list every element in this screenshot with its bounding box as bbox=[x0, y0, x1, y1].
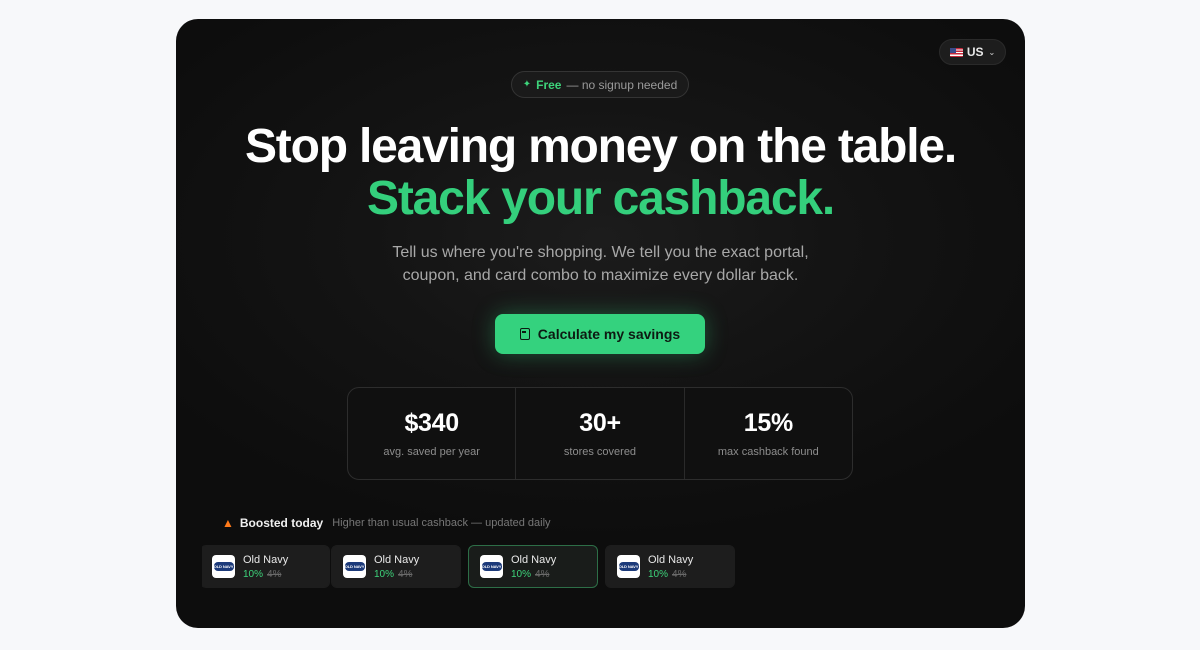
country-code: US bbox=[966, 45, 984, 59]
deal-store-name: Old Navy bbox=[511, 553, 557, 566]
old-navy-logo: OLD NAVY bbox=[343, 555, 366, 578]
logo-text: OLD NAVY bbox=[618, 562, 639, 571]
old-navy-logo: OLD NAVY bbox=[212, 555, 235, 578]
deal-store-name: Old Navy bbox=[648, 553, 694, 566]
stat-label: max cashback found bbox=[717, 446, 819, 458]
deal-card[interactable]: OLD NAVY Old Navy 10% 4% bbox=[331, 545, 461, 588]
deal-old-rate: 4% bbox=[398, 568, 413, 580]
calculate-savings-button[interactable]: Calculate my savings bbox=[495, 314, 705, 354]
boosted-note: Higher than usual cashback — updated dai… bbox=[332, 517, 551, 529]
deal-card-highlighted[interactable]: OLD NAVY Old Navy 10% 4% bbox=[468, 545, 598, 588]
fire-icon: ▲ bbox=[222, 516, 234, 530]
deal-old-rate: 4% bbox=[672, 568, 687, 580]
stat-avg-saved: $340 avg. saved per year bbox=[348, 388, 517, 479]
deal-new-rate: 10% bbox=[648, 568, 669, 580]
logo-text: OLD NAVY bbox=[213, 562, 234, 571]
sparkle-icon: ✦ bbox=[522, 79, 532, 90]
deal-old-rate: 4% bbox=[267, 568, 282, 580]
deal-store-name: Old Navy bbox=[374, 553, 420, 566]
logo-text: OLD NAVY bbox=[481, 562, 502, 571]
deal-card[interactable]: OLD NAVY Old Navy 10% 4% bbox=[202, 545, 330, 588]
boosted-title: Boosted today bbox=[239, 516, 324, 530]
stat-value: 30+ bbox=[579, 409, 621, 437]
logo-text: OLD NAVY bbox=[344, 562, 365, 571]
hero-headline-accent: Stack your cashback. bbox=[367, 172, 835, 225]
free-label: Free bbox=[536, 77, 562, 92]
boosted-header: ▲ Boosted today Higher than usual cashba… bbox=[222, 516, 551, 530]
no-signup-label: — no signup needed bbox=[566, 77, 678, 92]
chevron-down-icon: ⌄ bbox=[988, 47, 996, 57]
deal-new-rate: 10% bbox=[243, 568, 264, 580]
stats-panel: $340 avg. saved per year 30+ stores cove… bbox=[347, 387, 853, 480]
free-badge: ✦ Free — no signup needed bbox=[511, 71, 689, 98]
deal-store-name: Old Navy bbox=[243, 553, 289, 566]
hero-headline: Stop leaving money on the table. bbox=[244, 120, 957, 173]
old-navy-logo: OLD NAVY bbox=[480, 555, 503, 578]
old-navy-logo: OLD NAVY bbox=[617, 555, 640, 578]
deal-old-rate: 4% bbox=[535, 568, 550, 580]
boosted-deals-carousel[interactable]: OLD NAVY Old Navy 10% 4% OLD NAVY Old Na… bbox=[202, 545, 1025, 589]
stat-value: $340 bbox=[404, 409, 459, 437]
stat-value: 15% bbox=[743, 409, 793, 437]
stat-stores-covered: 30+ stores covered bbox=[516, 388, 685, 479]
hero-card: US ⌄ ✦ Free — no signup needed Stop leav… bbox=[176, 19, 1025, 628]
deal-new-rate: 10% bbox=[374, 568, 395, 580]
hero-subtitle: Tell us where you're shopping. We tell y… bbox=[392, 244, 809, 284]
stat-label: avg. saved per year bbox=[383, 446, 480, 458]
deal-card[interactable]: OLD NAVY Old Navy 10% 4% bbox=[605, 545, 735, 588]
deal-new-rate: 10% bbox=[511, 568, 532, 580]
stat-max-cashback: 15% max cashback found bbox=[685, 388, 852, 479]
stat-label: stores covered bbox=[563, 446, 637, 458]
us-flag-icon bbox=[949, 47, 963, 57]
calculator-icon bbox=[519, 328, 530, 340]
cta-label: Calculate my savings bbox=[537, 326, 681, 342]
country-selector[interactable]: US ⌄ bbox=[939, 39, 1006, 65]
